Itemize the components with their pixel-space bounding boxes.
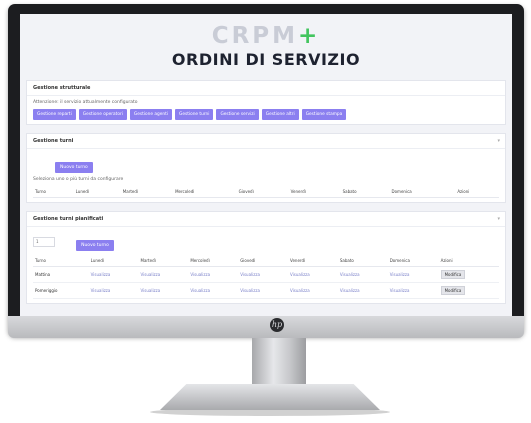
structure-card: Gestione strutturale Attenzione: il serv… [26, 80, 506, 125]
day-link[interactable]: Visualizza [88, 266, 139, 283]
day-link[interactable]: Visualizza [387, 266, 439, 283]
day-link[interactable]: Visualizza [88, 282, 139, 299]
shifts-note: Seleziona uno o più turni da configurare [33, 177, 124, 182]
planned-shifts-table: Turno Lunedì Martedì Mercoledì Giovedì V… [33, 255, 499, 299]
shift-name: Mattina [33, 266, 89, 283]
manage-shifts-button[interactable]: Gestione turni [174, 109, 214, 120]
table-header-row: Turno Lunedì Martedì Mercoledì Giovedì V… [33, 186, 499, 198]
day-link[interactable]: Visualizza [337, 266, 388, 283]
column-header[interactable]: Domenica [387, 255, 439, 267]
edit-button[interactable]: Modifica [440, 286, 466, 295]
column-header[interactable]: Mercoledì [188, 255, 239, 267]
planned-shifts-card: Gestione turni pianificati ▾ 1 Nuovo tur… [26, 211, 506, 304]
structure-note: Attenzione: il servizio attualmente conf… [33, 100, 138, 105]
manage-operators-button[interactable]: Gestione operatori [78, 109, 127, 120]
structure-button-row: Gestione reparti Gestione operatori Gest… [33, 109, 499, 120]
day-link[interactable]: Visualizza [138, 266, 189, 283]
column-header[interactable]: Domenica [389, 186, 456, 198]
day-link[interactable]: Visualizza [138, 282, 189, 299]
app-logo: CRPM+ [20, 24, 512, 48]
column-header[interactable]: Giovedì [238, 255, 289, 267]
day-link[interactable]: Visualizza [238, 266, 289, 283]
monitor-frame: CRPM+ ORDINI DI SERVIZIO Gestione strutt… [8, 4, 524, 336]
day-link[interactable]: Visualizza [288, 266, 338, 283]
action-cell: Modifica [438, 282, 499, 299]
column-header[interactable]: Lunedì [73, 186, 121, 198]
shift-name: Pomeriggio [33, 282, 89, 299]
column-header[interactable]: Venerdì [288, 186, 341, 198]
shifts-table: Turno Lunedì Martedì Mercoledì Giovedì V… [33, 186, 499, 198]
action-cell: Modifica [438, 266, 499, 283]
screen: CRPM+ ORDINI DI SERVIZIO Gestione strutt… [20, 14, 512, 320]
column-header[interactable]: Mercoledì [173, 186, 237, 198]
manage-others-button[interactable]: Gestione altri [261, 109, 299, 120]
page-size-select[interactable]: 1 [33, 236, 55, 247]
monitor-stand-base [160, 384, 380, 410]
day-link[interactable]: Visualizza [288, 282, 338, 299]
column-header[interactable]: Martedì [120, 186, 174, 198]
column-header[interactable]: Venerdì [288, 255, 338, 267]
column-header[interactable]: Azioni [455, 186, 499, 198]
shifts-card: Gestione turni ▾ Nuovo turno Seleziona u… [26, 133, 506, 203]
column-header[interactable]: Martedì [138, 255, 189, 267]
column-header[interactable]: Sabato [340, 186, 390, 198]
hp-logo-icon: hp [270, 318, 284, 332]
column-header[interactable]: Azioni [438, 255, 499, 267]
table-header-row: Turno Lunedì Martedì Mercoledì Giovedì V… [33, 255, 499, 267]
logo-text: CRPM [211, 23, 299, 49]
day-link[interactable]: Visualizza [188, 266, 239, 283]
manage-print-button[interactable]: Gestione stampa [301, 109, 347, 120]
table-row[interactable]: Pomeriggio Visualizza Visualizza Visuali… [33, 282, 499, 299]
column-header[interactable]: Turno [33, 255, 89, 267]
day-link[interactable]: Visualizza [337, 282, 388, 299]
table-row[interactable]: Mattina Visualizza Visualizza Visualizza… [33, 266, 499, 283]
column-header[interactable]: Sabato [337, 255, 388, 267]
edit-button[interactable]: Modifica [440, 270, 466, 279]
manage-departments-button[interactable]: Gestione reparti [33, 109, 76, 120]
day-link[interactable]: Visualizza [188, 282, 239, 299]
planned-shifts-heading: Gestione turni pianificati [27, 212, 505, 227]
column-header[interactable]: Turno [33, 186, 74, 198]
page-title: ORDINI DI SERVIZIO [171, 50, 361, 69]
structure-heading: Gestione strutturale [27, 81, 505, 96]
monitor-stand-neck [252, 338, 306, 390]
new-shift-button[interactable]: Nuovo turno [55, 162, 93, 173]
monitor-bezel [8, 316, 524, 338]
day-link[interactable]: Visualizza [387, 282, 439, 299]
new-planned-shift-button[interactable]: Nuovo turno [76, 240, 114, 251]
column-header[interactable]: Lunedì [88, 255, 139, 267]
day-link[interactable]: Visualizza [238, 282, 289, 299]
collapse-icon[interactable]: ▾ [497, 216, 500, 222]
logo-plus: + [298, 23, 321, 49]
manage-services-button[interactable]: Gestione servizi [216, 109, 259, 120]
page-header: CRPM+ ORDINI DI SERVIZIO [20, 14, 512, 80]
column-header[interactable]: Giovedì [236, 186, 289, 198]
shifts-heading: Gestione turni [27, 134, 505, 149]
manage-agents-button[interactable]: Gestione agenti [129, 109, 172, 120]
collapse-icon[interactable]: ▾ [497, 138, 500, 144]
